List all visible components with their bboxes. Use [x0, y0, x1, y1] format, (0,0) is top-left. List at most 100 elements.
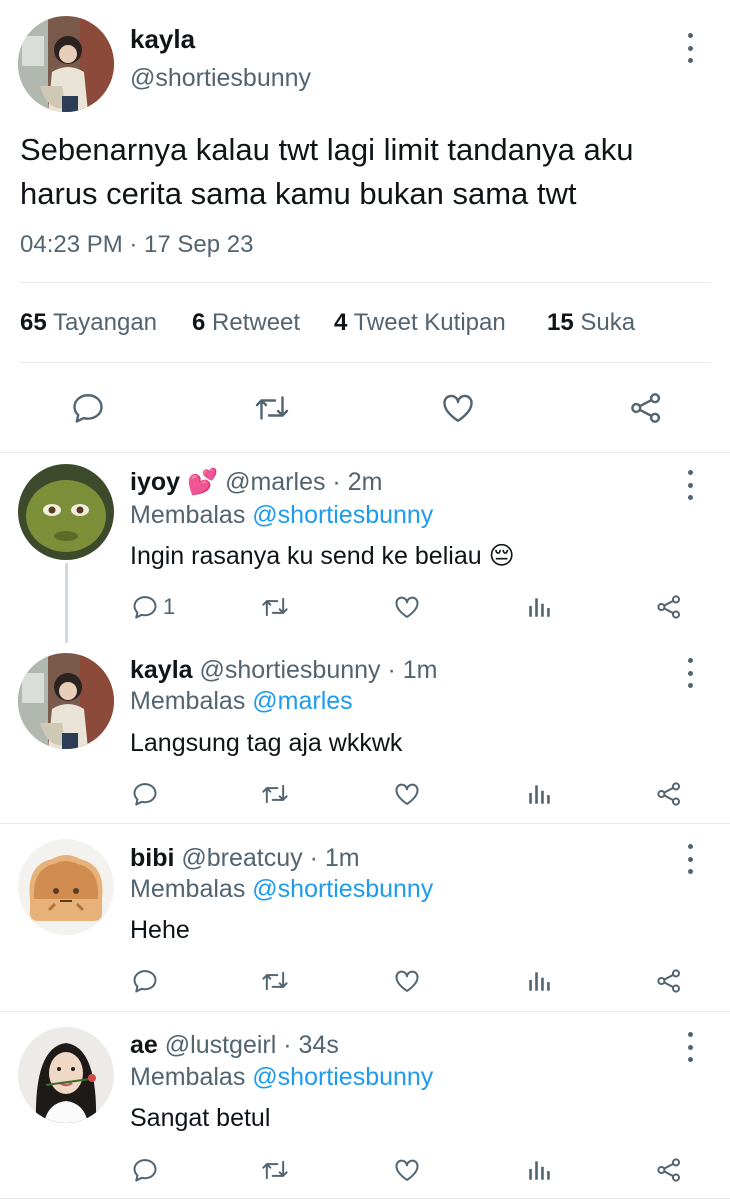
- divider: [20, 282, 710, 283]
- views-button[interactable]: [526, 963, 552, 999]
- author-handle[interactable]: @breatcuy: [181, 844, 302, 872]
- likes-count: 15: [547, 309, 574, 336]
- divider: [20, 362, 710, 363]
- reply-time[interactable]: · 2m: [332, 468, 382, 496]
- share-icon: [657, 969, 681, 993]
- avatar[interactable]: [18, 464, 114, 560]
- retweet-button[interactable]: [259, 589, 291, 625]
- quotes-stat[interactable]: 4 Tweet Kutipan: [334, 309, 506, 337]
- author-name[interactable]: kayla: [130, 656, 193, 684]
- like-button[interactable]: [392, 1152, 422, 1188]
- avatar[interactable]: [18, 16, 114, 112]
- analytics-icon: [529, 598, 550, 617]
- likes-label: Suka: [580, 309, 636, 336]
- avatar-photo: [18, 839, 114, 935]
- retweet-icon: [255, 396, 289, 420]
- replying-label: Membalas: [130, 875, 246, 903]
- author-handle[interactable]: @shortiesbunny: [200, 656, 381, 684]
- share-icon: [657, 595, 681, 619]
- author-name[interactable]: bibi: [130, 844, 174, 872]
- heart-icon: [395, 970, 419, 992]
- quotes-count: 4: [334, 309, 348, 336]
- replying-mention[interactable]: @shortiesbunny: [252, 1063, 433, 1091]
- like-button[interactable]: [392, 589, 422, 625]
- author-handle[interactable]: @shortiesbunny: [130, 64, 311, 93]
- views-label: Tayangan: [52, 309, 158, 336]
- avatar[interactable]: [18, 1027, 114, 1123]
- reply-text: Hehe: [130, 916, 190, 944]
- more-options-icon[interactable]: [684, 658, 696, 688]
- reply-time[interactable]: · 34s: [283, 1031, 339, 1059]
- author-name[interactable]: ae: [130, 1031, 158, 1059]
- retweet-button[interactable]: [259, 963, 291, 999]
- replying-mention[interactable]: @marles: [252, 687, 352, 715]
- more-options-icon[interactable]: [684, 33, 696, 63]
- analytics-icon: [529, 1161, 550, 1180]
- replying-to: Membalas @shortiesbunny: [130, 875, 433, 904]
- views-stat[interactable]: 65 Tayangan: [20, 309, 157, 337]
- replying-to: Membalas @shortiesbunny: [130, 501, 433, 530]
- reply-header: ae @lustgeirl · 34s: [130, 1031, 339, 1060]
- reply-header: bibi @breatcuy · 1m: [130, 844, 360, 873]
- reply-text: Sangat betul: [130, 1104, 271, 1132]
- reply-icon: [133, 1159, 157, 1182]
- reply-button[interactable]: [62, 382, 114, 434]
- retweet-icon: [262, 784, 288, 804]
- share-button[interactable]: [655, 776, 683, 812]
- reply-header: kayla @shortiesbunny · 1m: [130, 656, 438, 685]
- replying-mention[interactable]: @shortiesbunny: [252, 875, 433, 903]
- replying-to: Membalas @marles: [130, 687, 353, 716]
- heart-icon: [395, 596, 419, 618]
- author-name[interactable]: kayla: [130, 24, 195, 55]
- likes-stat[interactable]: 15 Suka: [547, 309, 635, 337]
- analytics-icon: [529, 785, 550, 804]
- retweets-label: Retweet: [212, 309, 301, 336]
- retweets-stat[interactable]: 6 Retweet: [192, 309, 300, 337]
- reply-button[interactable]: [131, 963, 163, 999]
- avatar-photo: [18, 16, 114, 112]
- reply-icon: [73, 394, 103, 423]
- author-handle[interactable]: @lustgeirl: [165, 1031, 277, 1059]
- author-handle[interactable]: @marles: [225, 468, 325, 496]
- views-button[interactable]: [526, 589, 552, 625]
- reply-time[interactable]: · 1m: [310, 844, 360, 872]
- share-button[interactable]: [655, 963, 683, 999]
- reply-button[interactable]: 1: [131, 589, 175, 625]
- replying-mention[interactable]: @shortiesbunny: [252, 501, 433, 529]
- share-button[interactable]: [655, 1152, 683, 1188]
- reply-tweet[interactable]: iyoy 💕 @marles · 2m Membalas @shortiesbu…: [0, 453, 730, 643]
- retweet-button[interactable]: [246, 382, 298, 434]
- more-options-icon[interactable]: [684, 844, 696, 874]
- reply-button[interactable]: [131, 776, 163, 812]
- retweet-button[interactable]: [259, 1152, 291, 1188]
- replying-to: Membalas @shortiesbunny: [130, 1063, 433, 1092]
- like-button[interactable]: [392, 776, 422, 812]
- retweets-count: 6: [192, 309, 206, 336]
- avatar-photo: [18, 464, 114, 560]
- share-icon: [657, 782, 681, 806]
- share-button[interactable]: [620, 382, 672, 434]
- avatar[interactable]: [18, 839, 114, 935]
- views-count: 65: [20, 309, 47, 336]
- like-button[interactable]: [392, 963, 422, 999]
- tweet-timestamp[interactable]: 04:23 PM · 17 Sep 23: [20, 231, 253, 259]
- more-options-icon[interactable]: [684, 470, 696, 500]
- avatar[interactable]: [18, 653, 114, 749]
- reply-actions: 1: [0, 589, 730, 625]
- like-button[interactable]: [432, 382, 484, 434]
- reply-tweet[interactable]: bibi @breatcuy · 1m Membalas @shortiesbu…: [0, 824, 730, 1011]
- views-button[interactable]: [526, 1152, 552, 1188]
- reply-button[interactable]: [131, 1152, 163, 1188]
- tweet-text: Sebenarnya kalau twt lagi limit tandanya…: [20, 132, 634, 211]
- replying-label: Membalas: [130, 501, 246, 529]
- heart-icon: [395, 1159, 419, 1181]
- reply-time[interactable]: · 1m: [388, 656, 438, 684]
- reply-tweet[interactable]: kayla @shortiesbunny · 1m Membalas @marl…: [0, 643, 730, 823]
- retweet-button[interactable]: [259, 776, 291, 812]
- quotes-label: Tweet Kutipan: [353, 309, 506, 336]
- share-button[interactable]: [655, 589, 683, 625]
- more-options-icon[interactable]: [684, 1032, 696, 1062]
- reply-tweet[interactable]: ae @lustgeirl · 34s Membalas @shortiesbu…: [0, 1012, 730, 1200]
- author-name[interactable]: iyoy: [130, 468, 180, 496]
- views-button[interactable]: [526, 776, 552, 812]
